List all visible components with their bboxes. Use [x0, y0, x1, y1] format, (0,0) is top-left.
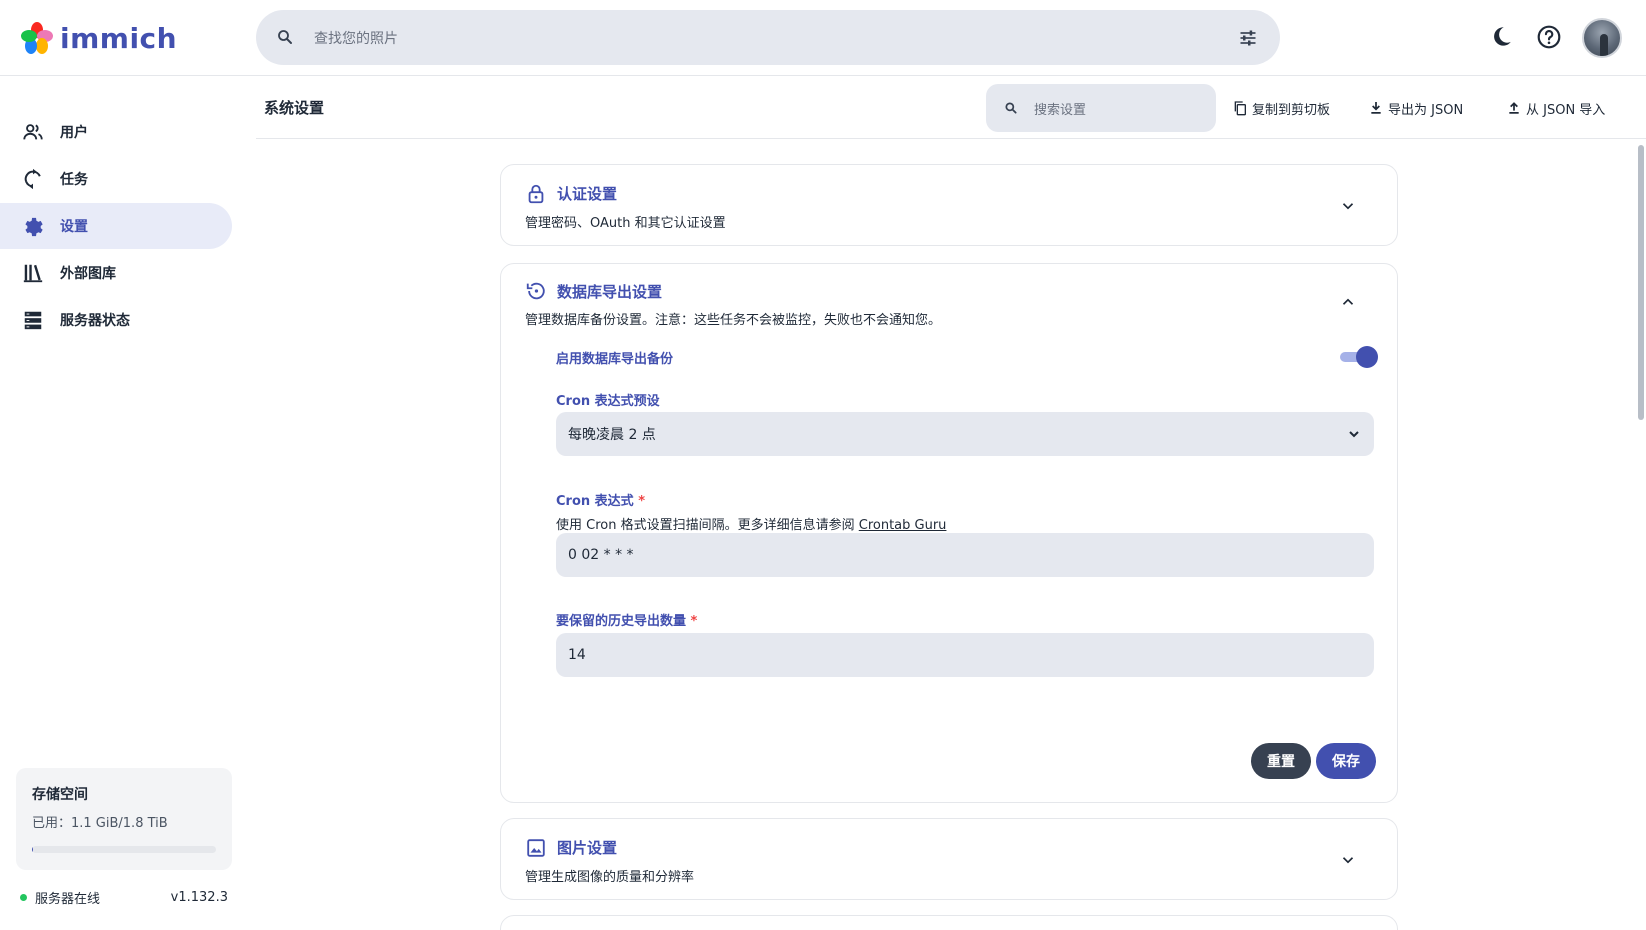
enable-backup-toggle[interactable]	[1340, 346, 1378, 368]
auth-settings-card[interactable]: 认证设置 管理密码、OAuth 和其它认证设置	[500, 164, 1398, 246]
chevron-down-icon[interactable]	[1339, 851, 1357, 869]
users-icon	[23, 124, 43, 140]
copy-to-clipboard-button[interactable]: 复制到剪切板	[1232, 97, 1330, 119]
image-settings-subtitle: 管理生成图像的质量和分辨率	[525, 870, 695, 885]
sidebar-item-settings[interactable]: 设置	[0, 203, 232, 249]
page-title: 系统设置	[264, 99, 325, 117]
storage-panel: 存储空间 已用：1.1 GiB/1.8 TiB	[16, 768, 232, 870]
sync-icon	[24, 168, 41, 190]
save-button[interactable]: 保存	[1316, 743, 1376, 779]
copy-label: 复制到剪切板	[1252, 102, 1331, 118]
server-version[interactable]: v1.132.3	[171, 890, 228, 905]
auth-settings-subtitle: 管理密码、OAuth 和其它认证设置	[525, 216, 726, 231]
import-label: 从 JSON 导入	[1526, 102, 1606, 118]
immich-logo-icon	[21, 22, 53, 54]
upload-icon	[1509, 102, 1519, 114]
keep-exports-value: 14	[568, 647, 586, 663]
keep-exports-label: 要保留的历史导出数量 *	[556, 614, 698, 629]
sidebar-item-label: 服务器状态	[60, 313, 130, 329]
download-icon	[1371, 102, 1381, 114]
search-icon[interactable]	[276, 28, 294, 46]
search-icon	[1005, 102, 1017, 114]
image-settings-title: 图片设置	[557, 839, 618, 857]
cron-preset-value: 每晚凌晨 2 点	[568, 427, 656, 443]
storage-bar	[32, 846, 216, 853]
reset-button[interactable]: 重置	[1251, 743, 1311, 779]
required-mark: *	[638, 494, 646, 509]
dark-mode-icon[interactable]	[1488, 24, 1514, 50]
database-export-subtitle: 管理数据库备份设置。注意：这些任务不会被监控，失败也不会通知您。	[525, 313, 942, 328]
sidebar-item-users[interactable]: 用户	[0, 109, 232, 155]
sidebar-item-label: 设置	[60, 219, 88, 235]
cron-expression-value: 0 02 * * *	[568, 547, 634, 563]
sidebar-item-jobs[interactable]: 任务	[0, 156, 232, 202]
export-json-button[interactable]: 导出为 JSON	[1368, 97, 1463, 119]
user-avatar[interactable]	[1582, 18, 1622, 58]
image-settings-card[interactable]: 图片设置 管理生成图像的质量和分辨率	[500, 818, 1398, 900]
settings-search-placeholder[interactable]: 搜索设置	[1034, 99, 1086, 118]
immich-logo[interactable]: immich	[20, 18, 177, 58]
server-icon	[24, 311, 42, 330]
top-bar: immich 查找您的照片	[0, 0, 1646, 76]
settings-search-input[interactable]: 搜索设置	[986, 84, 1216, 132]
crontab-guru-link[interactable]: Crontab Guru	[859, 518, 947, 533]
search-placeholder[interactable]: 查找您的照片	[314, 28, 398, 48]
server-status: 服务器在线 v1.132.3	[20, 887, 232, 907]
chevron-up-icon[interactable]	[1339, 293, 1357, 311]
image-icon	[527, 839, 545, 857]
auth-settings-title: 认证设置	[557, 185, 618, 203]
import-json-button[interactable]: 从 JSON 导入	[1506, 97, 1605, 119]
export-label: 导出为 JSON	[1388, 102, 1464, 118]
lock-icon	[528, 184, 544, 204]
storage-usage: 已用：1.1 GiB/1.8 TiB	[32, 816, 168, 831]
server-status-text: 服务器在线	[35, 891, 101, 907]
sidebar-item-label: 任务	[60, 172, 88, 188]
sidebar: 用户 任务 设置 外部图库 服务器状态 存储空间 已用：1.1 GiB/1.8 …	[0, 77, 240, 930]
app-name: immich	[60, 21, 178, 55]
backup-restore-icon	[526, 282, 545, 300]
keep-exports-input[interactable]: 14	[556, 633, 1374, 677]
cron-expression-input[interactable]: 0 02 * * *	[556, 533, 1374, 577]
sidebar-item-label: 用户	[60, 125, 88, 141]
help-icon[interactable]	[1536, 24, 1562, 50]
sidebar-item-label: 外部图库	[60, 266, 116, 282]
online-dot-icon	[20, 893, 27, 901]
cron-expression-description: 使用 Cron 格式设置扫描间隔。更多详细信息请参阅 Crontab Guru	[556, 518, 947, 533]
enable-backup-label: 启用数据库导出备份	[556, 352, 674, 367]
required-mark: *	[690, 614, 698, 629]
search-options-icon[interactable]	[1238, 28, 1258, 48]
cron-expression-label: Cron 表达式 *	[556, 494, 646, 509]
cron-preset-label: Cron 表达式预设	[556, 394, 660, 409]
database-export-title: 数据库导出设置	[557, 283, 663, 301]
sidebar-item-external-libraries[interactable]: 外部图库	[0, 250, 232, 296]
chevron-down-icon	[1349, 431, 1359, 438]
photo-search-bar[interactable]: 查找您的照片	[256, 10, 1280, 65]
sidebar-item-server-status[interactable]: 服务器状态	[0, 297, 232, 343]
copy-icon	[1234, 101, 1246, 116]
chevron-down-icon[interactable]	[1339, 197, 1357, 215]
library-icon	[23, 264, 43, 283]
storage-title: 存储空间	[32, 787, 88, 803]
scrollbar[interactable]	[1638, 145, 1644, 420]
gear-icon	[25, 217, 43, 237]
settings-header: 系统设置 搜索设置 复制到剪切板 导出为 JSON 从 JSON 导入	[256, 77, 1646, 139]
next-settings-card[interactable]	[500, 915, 1398, 930]
cron-preset-select[interactable]: 每晚凌晨 2 点	[556, 412, 1374, 456]
